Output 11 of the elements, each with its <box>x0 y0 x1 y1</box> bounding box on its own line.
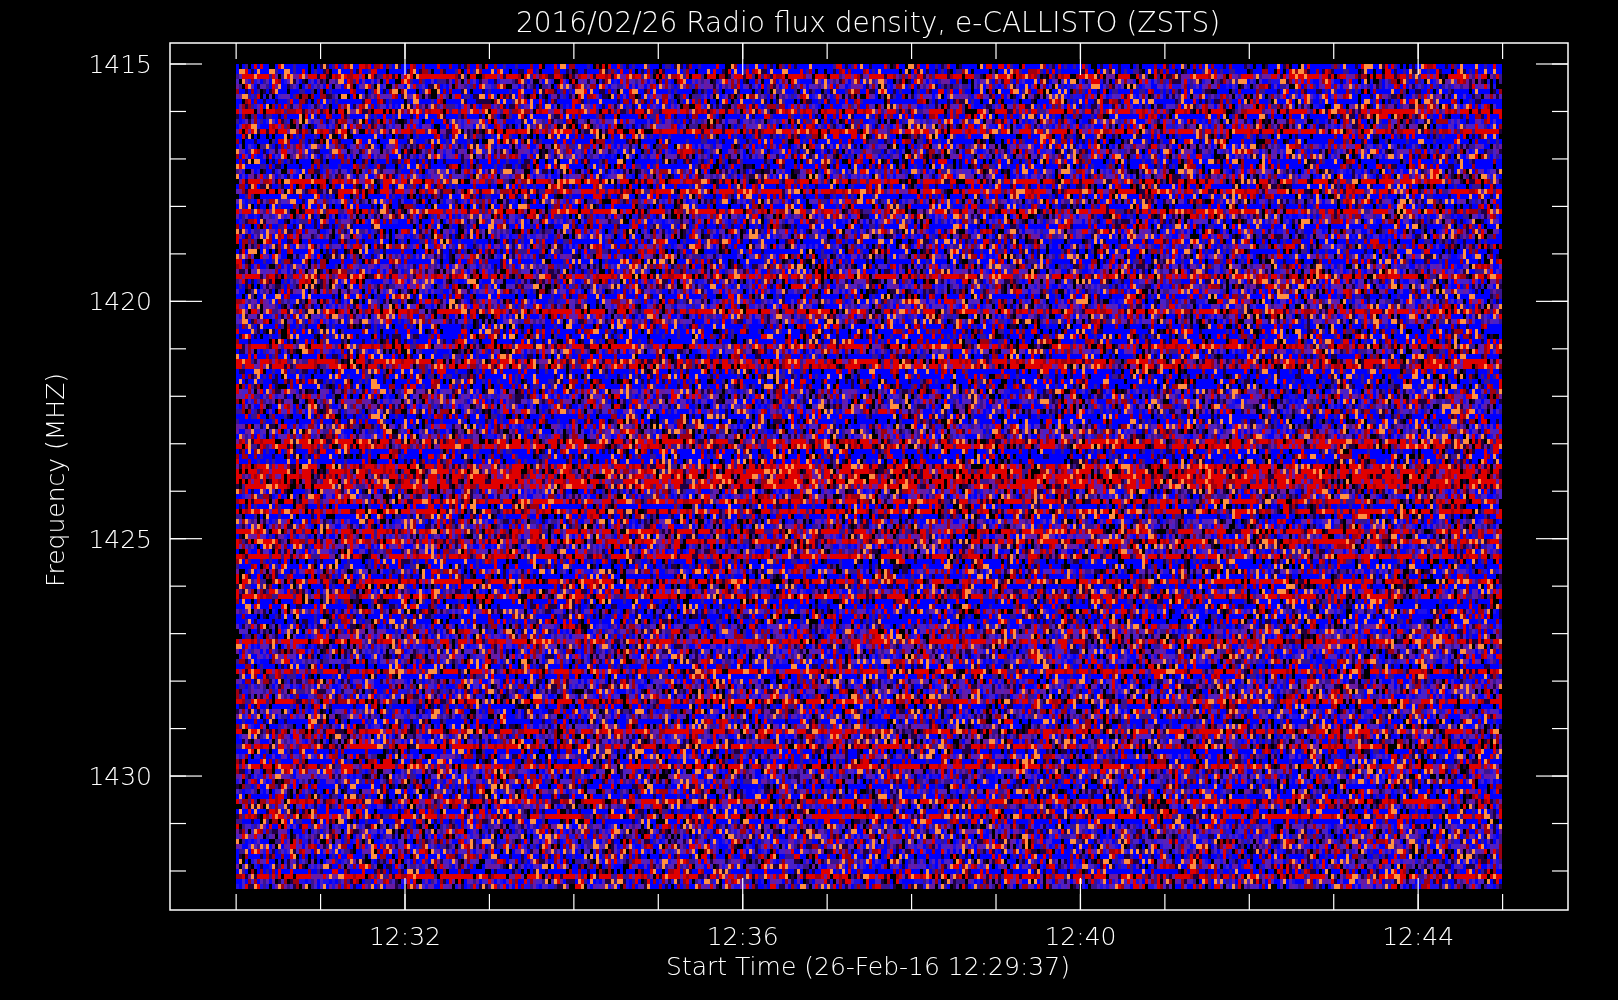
y-tick-label: 1415 <box>88 50 152 79</box>
y-tick-label: 1420 <box>88 287 152 317</box>
x-tick-label: 12:32 <box>369 922 441 951</box>
x-tick-label: 12:36 <box>706 922 779 951</box>
y-tick-label: 1425 <box>88 524 152 554</box>
x-tick-label: 12:40 <box>1044 922 1117 951</box>
x-axis-label: Start Time (26-Feb-16 12:29:37) <box>666 952 1070 981</box>
plot-title: 2016/02/26 Radio flux density, e-CALLISTO (ZSTS) <box>515 6 1221 39</box>
y-tick-label: 1430 <box>88 762 152 792</box>
x-tick-label: 12:44 <box>1382 922 1455 951</box>
y-axis-label: Frequency (MHZ) <box>41 372 70 588</box>
